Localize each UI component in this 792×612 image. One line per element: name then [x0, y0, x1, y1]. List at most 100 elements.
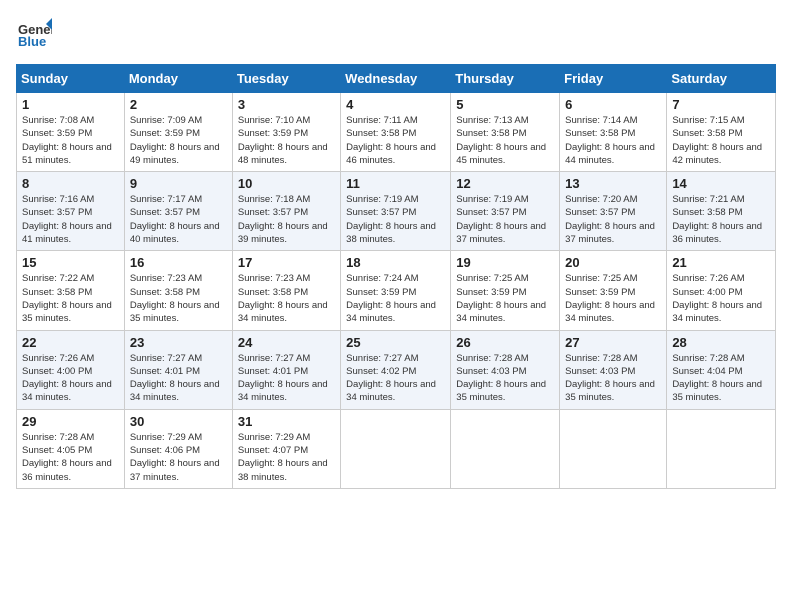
day-number: 19	[456, 255, 554, 270]
calendar-cell: 2 Sunrise: 7:09 AM Sunset: 3:59 PM Dayli…	[124, 93, 232, 172]
day-info: Sunrise: 7:20 AM Sunset: 3:57 PM Dayligh…	[565, 193, 661, 246]
calendar-cell: 30 Sunrise: 7:29 AM Sunset: 4:06 PM Dayl…	[124, 409, 232, 488]
day-info: Sunrise: 7:09 AM Sunset: 3:59 PM Dayligh…	[130, 114, 227, 167]
calendar-cell: 1 Sunrise: 7:08 AM Sunset: 3:59 PM Dayli…	[17, 93, 125, 172]
day-info: Sunrise: 7:21 AM Sunset: 3:58 PM Dayligh…	[672, 193, 770, 246]
day-info: Sunrise: 7:19 AM Sunset: 3:57 PM Dayligh…	[456, 193, 554, 246]
day-number: 4	[346, 97, 445, 112]
day-number: 10	[238, 176, 335, 191]
calendar-cell: 28 Sunrise: 7:28 AM Sunset: 4:04 PM Dayl…	[667, 330, 776, 409]
svg-text:Blue: Blue	[18, 34, 46, 49]
calendar-cell: 4 Sunrise: 7:11 AM Sunset: 3:58 PM Dayli…	[341, 93, 451, 172]
day-number: 17	[238, 255, 335, 270]
day-number: 24	[238, 335, 335, 350]
day-info: Sunrise: 7:22 AM Sunset: 3:58 PM Dayligh…	[22, 272, 119, 325]
calendar-cell: 18 Sunrise: 7:24 AM Sunset: 3:59 PM Dayl…	[341, 251, 451, 330]
day-number: 11	[346, 176, 445, 191]
day-number: 1	[22, 97, 119, 112]
day-number: 27	[565, 335, 661, 350]
day-number: 12	[456, 176, 554, 191]
day-info: Sunrise: 7:28 AM Sunset: 4:03 PM Dayligh…	[456, 352, 554, 405]
day-info: Sunrise: 7:27 AM Sunset: 4:01 PM Dayligh…	[238, 352, 335, 405]
day-number: 5	[456, 97, 554, 112]
day-info: Sunrise: 7:23 AM Sunset: 3:58 PM Dayligh…	[238, 272, 335, 325]
calendar-cell: 31 Sunrise: 7:29 AM Sunset: 4:07 PM Dayl…	[232, 409, 340, 488]
calendar-cell	[451, 409, 560, 488]
weekday-header-tuesday: Tuesday	[232, 65, 340, 93]
day-info: Sunrise: 7:24 AM Sunset: 3:59 PM Dayligh…	[346, 272, 445, 325]
day-info: Sunrise: 7:29 AM Sunset: 4:06 PM Dayligh…	[130, 431, 227, 484]
day-info: Sunrise: 7:27 AM Sunset: 4:01 PM Dayligh…	[130, 352, 227, 405]
calendar-cell	[560, 409, 667, 488]
calendar-table: SundayMondayTuesdayWednesdayThursdayFrid…	[16, 64, 776, 489]
calendar-cell	[667, 409, 776, 488]
day-info: Sunrise: 7:29 AM Sunset: 4:07 PM Dayligh…	[238, 431, 335, 484]
calendar-cell: 19 Sunrise: 7:25 AM Sunset: 3:59 PM Dayl…	[451, 251, 560, 330]
day-info: Sunrise: 7:18 AM Sunset: 3:57 PM Dayligh…	[238, 193, 335, 246]
weekday-header-saturday: Saturday	[667, 65, 776, 93]
calendar-cell: 25 Sunrise: 7:27 AM Sunset: 4:02 PM Dayl…	[341, 330, 451, 409]
calendar-cell: 22 Sunrise: 7:26 AM Sunset: 4:00 PM Dayl…	[17, 330, 125, 409]
calendar-cell: 14 Sunrise: 7:21 AM Sunset: 3:58 PM Dayl…	[667, 172, 776, 251]
day-info: Sunrise: 7:26 AM Sunset: 4:00 PM Dayligh…	[22, 352, 119, 405]
calendar-cell: 3 Sunrise: 7:10 AM Sunset: 3:59 PM Dayli…	[232, 93, 340, 172]
calendar-cell: 11 Sunrise: 7:19 AM Sunset: 3:57 PM Dayl…	[341, 172, 451, 251]
day-number: 21	[672, 255, 770, 270]
day-info: Sunrise: 7:13 AM Sunset: 3:58 PM Dayligh…	[456, 114, 554, 167]
day-number: 23	[130, 335, 227, 350]
day-number: 7	[672, 97, 770, 112]
day-number: 9	[130, 176, 227, 191]
day-number: 28	[672, 335, 770, 350]
day-number: 30	[130, 414, 227, 429]
day-info: Sunrise: 7:25 AM Sunset: 3:59 PM Dayligh…	[565, 272, 661, 325]
weekday-header-friday: Friday	[560, 65, 667, 93]
day-info: Sunrise: 7:23 AM Sunset: 3:58 PM Dayligh…	[130, 272, 227, 325]
calendar-cell: 27 Sunrise: 7:28 AM Sunset: 4:03 PM Dayl…	[560, 330, 667, 409]
calendar-cell: 20 Sunrise: 7:25 AM Sunset: 3:59 PM Dayl…	[560, 251, 667, 330]
day-info: Sunrise: 7:17 AM Sunset: 3:57 PM Dayligh…	[130, 193, 227, 246]
logo-icon: General Blue	[16, 16, 52, 52]
day-number: 26	[456, 335, 554, 350]
day-info: Sunrise: 7:11 AM Sunset: 3:58 PM Dayligh…	[346, 114, 445, 167]
calendar-cell: 29 Sunrise: 7:28 AM Sunset: 4:05 PM Dayl…	[17, 409, 125, 488]
calendar-cell: 26 Sunrise: 7:28 AM Sunset: 4:03 PM Dayl…	[451, 330, 560, 409]
calendar-cell: 24 Sunrise: 7:27 AM Sunset: 4:01 PM Dayl…	[232, 330, 340, 409]
day-number: 14	[672, 176, 770, 191]
day-info: Sunrise: 7:10 AM Sunset: 3:59 PM Dayligh…	[238, 114, 335, 167]
calendar-cell: 17 Sunrise: 7:23 AM Sunset: 3:58 PM Dayl…	[232, 251, 340, 330]
calendar-cell: 23 Sunrise: 7:27 AM Sunset: 4:01 PM Dayl…	[124, 330, 232, 409]
day-info: Sunrise: 7:28 AM Sunset: 4:03 PM Dayligh…	[565, 352, 661, 405]
calendar-cell: 15 Sunrise: 7:22 AM Sunset: 3:58 PM Dayl…	[17, 251, 125, 330]
calendar-cell: 21 Sunrise: 7:26 AM Sunset: 4:00 PM Dayl…	[667, 251, 776, 330]
calendar-cell: 12 Sunrise: 7:19 AM Sunset: 3:57 PM Dayl…	[451, 172, 560, 251]
calendar-cell: 8 Sunrise: 7:16 AM Sunset: 3:57 PM Dayli…	[17, 172, 125, 251]
day-info: Sunrise: 7:08 AM Sunset: 3:59 PM Dayligh…	[22, 114, 119, 167]
day-info: Sunrise: 7:28 AM Sunset: 4:04 PM Dayligh…	[672, 352, 770, 405]
calendar-cell	[341, 409, 451, 488]
weekday-header-thursday: Thursday	[451, 65, 560, 93]
calendar-cell: 9 Sunrise: 7:17 AM Sunset: 3:57 PM Dayli…	[124, 172, 232, 251]
day-number: 13	[565, 176, 661, 191]
day-number: 29	[22, 414, 119, 429]
logo: General Blue	[16, 16, 52, 52]
day-number: 25	[346, 335, 445, 350]
day-number: 16	[130, 255, 227, 270]
day-info: Sunrise: 7:15 AM Sunset: 3:58 PM Dayligh…	[672, 114, 770, 167]
day-info: Sunrise: 7:25 AM Sunset: 3:59 PM Dayligh…	[456, 272, 554, 325]
weekday-header-monday: Monday	[124, 65, 232, 93]
header: General Blue	[16, 16, 776, 52]
day-info: Sunrise: 7:16 AM Sunset: 3:57 PM Dayligh…	[22, 193, 119, 246]
day-info: Sunrise: 7:28 AM Sunset: 4:05 PM Dayligh…	[22, 431, 119, 484]
day-number: 22	[22, 335, 119, 350]
day-number: 8	[22, 176, 119, 191]
day-number: 20	[565, 255, 661, 270]
day-info: Sunrise: 7:19 AM Sunset: 3:57 PM Dayligh…	[346, 193, 445, 246]
weekday-header-sunday: Sunday	[17, 65, 125, 93]
calendar-cell: 13 Sunrise: 7:20 AM Sunset: 3:57 PM Dayl…	[560, 172, 667, 251]
calendar-cell: 10 Sunrise: 7:18 AM Sunset: 3:57 PM Dayl…	[232, 172, 340, 251]
day-number: 18	[346, 255, 445, 270]
calendar-cell: 5 Sunrise: 7:13 AM Sunset: 3:58 PM Dayli…	[451, 93, 560, 172]
day-number: 15	[22, 255, 119, 270]
day-number: 2	[130, 97, 227, 112]
day-number: 3	[238, 97, 335, 112]
